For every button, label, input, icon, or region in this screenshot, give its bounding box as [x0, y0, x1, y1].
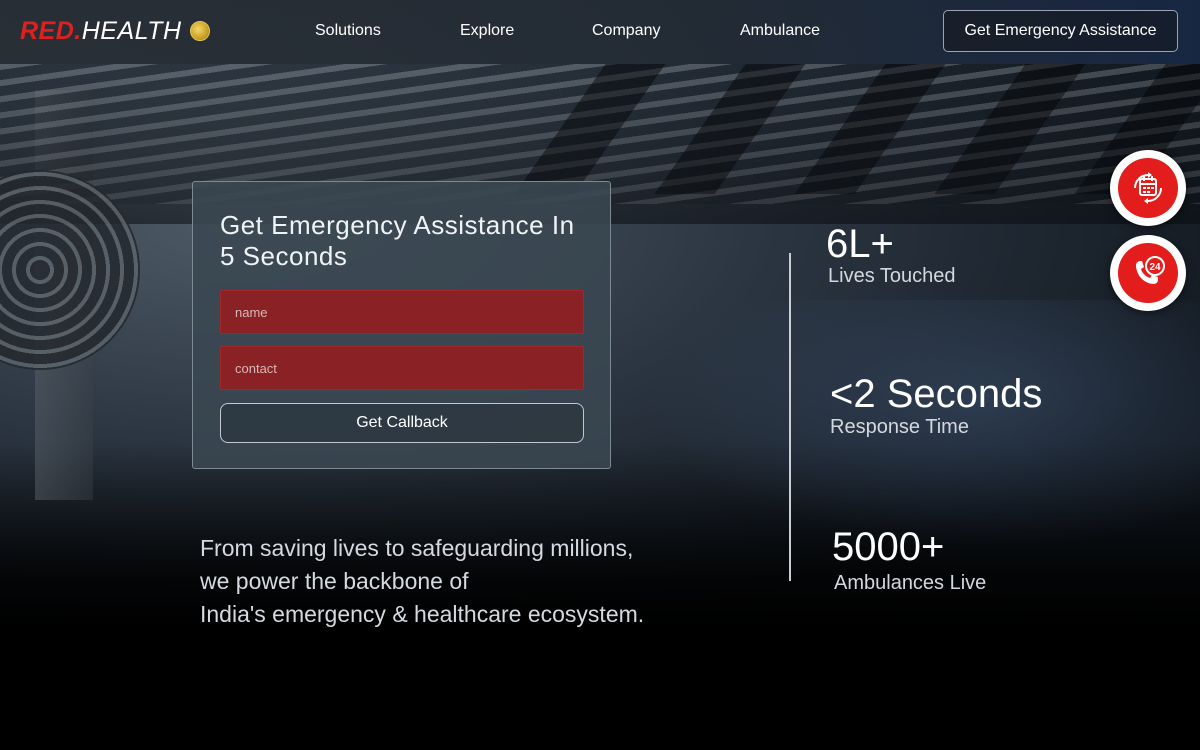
call-24x7-button-circle: 24: [1118, 243, 1178, 303]
call-24x7-button[interactable]: 24: [1110, 235, 1186, 311]
stat-ambulances-label: Ambulances Live: [834, 572, 987, 594]
tagline-line: India's emergency & healthcare ecosystem…: [200, 601, 645, 627]
callback-form: Get Emergency Assistance In 5 Seconds Ge…: [192, 181, 611, 469]
calendar-refresh-icon: [1134, 172, 1162, 204]
brand-logo[interactable]: RED. HEALTH: [20, 14, 210, 48]
form-title: Get Emergency Assistance In 5 Seconds: [220, 210, 575, 271]
contact-input[interactable]: [220, 346, 584, 390]
phone-24-icon: 24: [1136, 256, 1165, 284]
schedule-button[interactable]: [1110, 150, 1186, 226]
schedule-button-circle: [1118, 158, 1178, 218]
stat-response-label: Response Time: [830, 416, 969, 438]
tagline-line: we power the backbone of: [200, 568, 469, 594]
get-emergency-assistance-button[interactable]: Get Emergency Assistance: [943, 10, 1178, 52]
stat-response-value: <2 Seconds: [830, 372, 1043, 416]
get-callback-button[interactable]: Get Callback: [220, 403, 584, 443]
brand-logo-white: HEALTH: [81, 16, 182, 45]
nav-item-ambulance[interactable]: Ambulance: [740, 22, 820, 40]
hero-tagline: From saving lives to safeguarding millio…: [200, 532, 680, 631]
stat-lives-label: Lives Touched: [828, 265, 956, 287]
svg-text:24: 24: [1149, 262, 1161, 273]
gold-badge-icon: [189, 21, 210, 41]
nav-item-explore[interactable]: Explore: [460, 22, 514, 40]
stat-lives-value: 6L+: [826, 222, 894, 266]
name-input[interactable]: [220, 290, 584, 334]
stats-divider: [789, 253, 791, 581]
brand-logo-red: RED.: [20, 16, 82, 45]
tagline-line: From saving lives to safeguarding millio…: [200, 535, 634, 561]
site-header: RED. HEALTH Solutions Explore Company Am…: [0, 0, 1200, 64]
nav-item-company[interactable]: Company: [592, 22, 660, 40]
nav-item-solutions[interactable]: Solutions: [315, 22, 381, 40]
stat-ambulances-value: 5000+: [832, 525, 945, 569]
